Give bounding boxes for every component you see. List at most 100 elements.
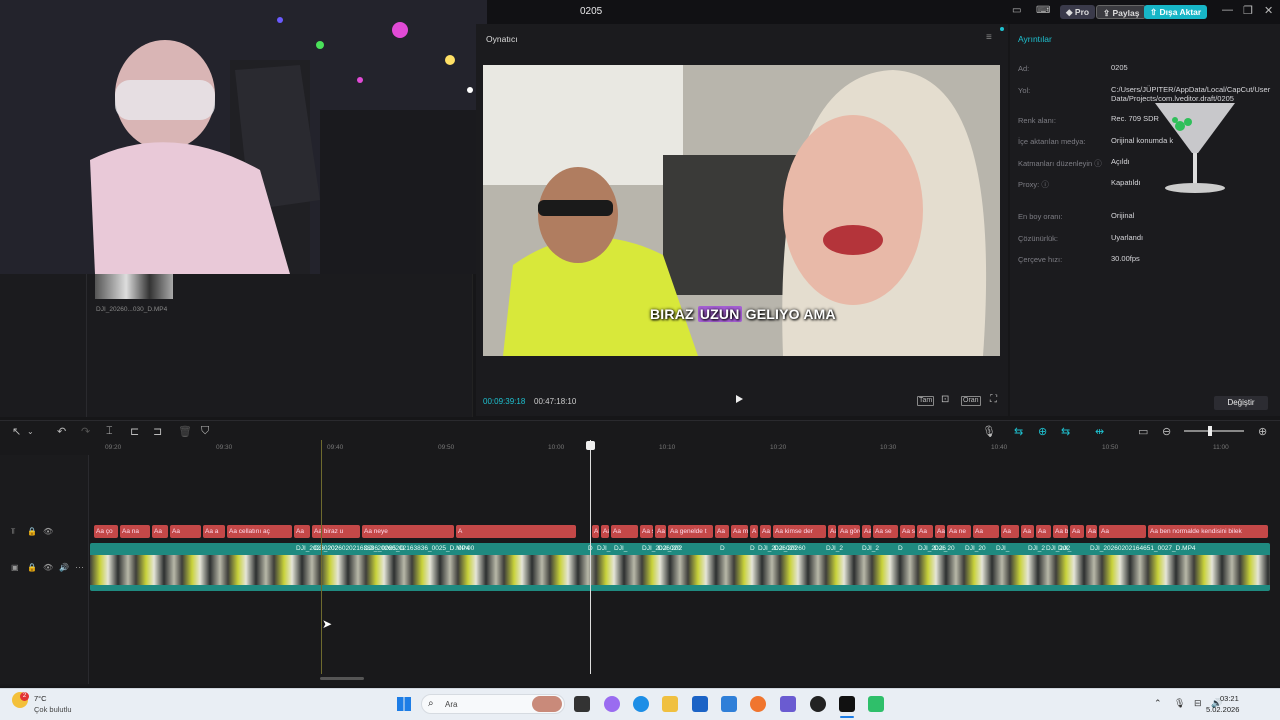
text-clip[interactable]: Aa: [828, 525, 836, 538]
capcut-icon[interactable]: [839, 696, 855, 712]
undo-icon[interactable]: ↶: [57, 425, 66, 438]
menu-icon[interactable]: ≡: [986, 32, 992, 43]
close-icon[interactable]: ✕: [1264, 4, 1273, 17]
text-clip[interactable]: Aa: [152, 525, 168, 538]
delete-icon[interactable]: 🗑: [178, 425, 192, 438]
text-clip[interactable]: Aa kimse der: [773, 525, 826, 538]
share-button[interactable]: ⇪ Paylaş: [1096, 5, 1147, 19]
shield-icon[interactable]: ⛉: [201, 425, 209, 438]
text-clip[interactable]: Aa: [715, 525, 729, 538]
full-quality-button[interactable]: Tam: [917, 396, 935, 406]
zoom-out-icon[interactable]: ⊖: [1162, 425, 1171, 438]
shortcut-icon[interactable]: ⌨: [1036, 5, 1050, 16]
fullscreen-icon[interactable]: ⛶: [990, 394, 997, 405]
clock-date[interactable]: 5.02.2026: [1206, 705, 1239, 714]
text-clip[interactable]: A: [456, 525, 576, 538]
notepad-icon[interactable]: [868, 696, 884, 712]
split-right-icon[interactable]: ⊐: [153, 425, 162, 438]
text-clip[interactable]: Aa: [655, 525, 666, 538]
layout-icon[interactable]: ▭: [1012, 5, 1021, 16]
select-tool-icon[interactable]: ↖: [12, 425, 21, 438]
text-clip[interactable]: Aa cellatını aç: [227, 525, 292, 538]
zoom-in-icon[interactable]: ⊕: [1258, 425, 1267, 438]
text-clip[interactable]: Aa: [760, 525, 771, 538]
text-clip[interactable]: Aa: [973, 525, 999, 538]
eye-icon[interactable]: 👁: [43, 527, 53, 536]
text-clip[interactable]: Aa genelde t: [668, 525, 713, 538]
outlook-icon[interactable]: [721, 696, 737, 712]
chevron-down-icon[interactable]: ⌄: [27, 427, 34, 436]
snapshot-icon[interactable]: ⊡: [941, 394, 949, 405]
playhead[interactable]: [590, 440, 591, 674]
text-clip[interactable]: Aa: [1099, 525, 1146, 538]
text-clip[interactable]: A: [592, 525, 599, 538]
pro-button[interactable]: ◆ Pro: [1060, 5, 1096, 19]
text-clip[interactable]: Aa: [917, 525, 933, 538]
split-icon[interactable]: ⌶: [106, 425, 113, 438]
text-clip[interactable]: A: [750, 525, 758, 538]
microphone-icon[interactable]: 🎙: [982, 425, 996, 438]
ratio-button[interactable]: Oran: [961, 396, 981, 406]
text-clip[interactable]: Aa bunu: [935, 525, 945, 538]
text-clip[interactable]: Aa se: [873, 525, 898, 538]
lock-icon[interactable]: 🔒: [27, 527, 37, 536]
microphone-icon[interactable]: 🎙: [1174, 698, 1185, 709]
caption-icon[interactable]: ▭: [1138, 425, 1148, 438]
text-clip[interactable]: Aa sen: [640, 525, 653, 538]
windows-start-icon[interactable]: [397, 697, 411, 711]
firefox-icon[interactable]: [750, 696, 766, 712]
text-clip[interactable]: Aa neye: [362, 525, 454, 538]
text-clip[interactable]: Aa görene: [838, 525, 860, 538]
text-clip[interactable]: Aa ço: [94, 525, 118, 538]
text-clip[interactable]: Aa na: [120, 525, 150, 538]
text-clip[interactable]: Aa ben normalde kendisini bilek: [1148, 525, 1268, 538]
text-clip[interactable]: Aa: [294, 525, 310, 538]
text-clip[interactable]: Aa: [170, 525, 201, 538]
text-clip[interactable]: Aa: [1070, 525, 1084, 538]
copilot-icon[interactable]: [604, 696, 620, 712]
minimize-icon[interactable]: —: [1222, 4, 1233, 16]
text-clip[interactable]: Aa: [1021, 525, 1034, 538]
export-button[interactable]: ⇧ Dışa Aktar: [1144, 5, 1208, 19]
text-clip[interactable]: Aa a: [203, 525, 225, 538]
text-clip[interactable]: Aa biraz u: [312, 525, 360, 538]
clock-time[interactable]: 03:21: [1220, 694, 1239, 703]
file-explorer-icon[interactable]: [662, 696, 678, 712]
zoom-slider-knob[interactable]: [1208, 426, 1212, 436]
preview-axis-icon[interactable]: ⇹: [1095, 425, 1104, 438]
playhead-handle[interactable]: [586, 441, 595, 450]
task-view-icon[interactable]: [574, 696, 590, 712]
text-clip[interactable]: Aa ne: [947, 525, 971, 538]
obs-icon[interactable]: [810, 696, 826, 712]
text-clip[interactable]: Aa bi: [1053, 525, 1068, 538]
play-icon[interactable]: [736, 395, 743, 403]
zoom-slider[interactable]: [1184, 430, 1244, 432]
chevron-up-icon[interactable]: ⌃: [1154, 698, 1162, 709]
horizontal-scrollbar[interactable]: [320, 677, 364, 680]
change-button[interactable]: Değiştir: [1214, 396, 1268, 410]
text-clip[interactable]: Aa mak: [731, 525, 748, 538]
text-clip[interactable]: Aa: [1001, 525, 1019, 538]
lock-icon[interactable]: 🔒: [27, 563, 37, 572]
maximize-icon[interactable]: ❐: [1243, 4, 1253, 17]
text-clip[interactable]: Aa: [862, 525, 871, 538]
store-icon[interactable]: [692, 696, 708, 712]
text-clip[interactable]: Aa sig: [900, 525, 915, 538]
media-thumbnail[interactable]: [95, 272, 173, 299]
text-clip[interactable]: Aa hihi: [1086, 525, 1097, 538]
magnet-icon[interactable]: ⊕: [1038, 425, 1047, 438]
teams-icon[interactable]: [780, 696, 796, 712]
text-clip[interactable]: Aa: [1036, 525, 1051, 538]
volume-icon[interactable]: 🔊: [59, 563, 69, 572]
eye-icon[interactable]: 👁: [43, 563, 53, 572]
subtitle-text-2: GELIYO AMA: [741, 306, 836, 322]
text-clip[interactable]: Aa ann: [601, 525, 609, 538]
edge-icon[interactable]: [633, 696, 649, 712]
split-left-icon[interactable]: ⊏: [130, 425, 139, 438]
text-clip[interactable]: Aa: [611, 525, 638, 538]
snap-icon[interactable]: ⇆: [1061, 425, 1070, 438]
network-icon[interactable]: ⊟: [1194, 698, 1202, 709]
more-icon[interactable]: ⋯: [75, 562, 84, 573]
link-icon[interactable]: ⇆: [1014, 425, 1023, 438]
redo-icon[interactable]: ↷: [81, 425, 90, 438]
